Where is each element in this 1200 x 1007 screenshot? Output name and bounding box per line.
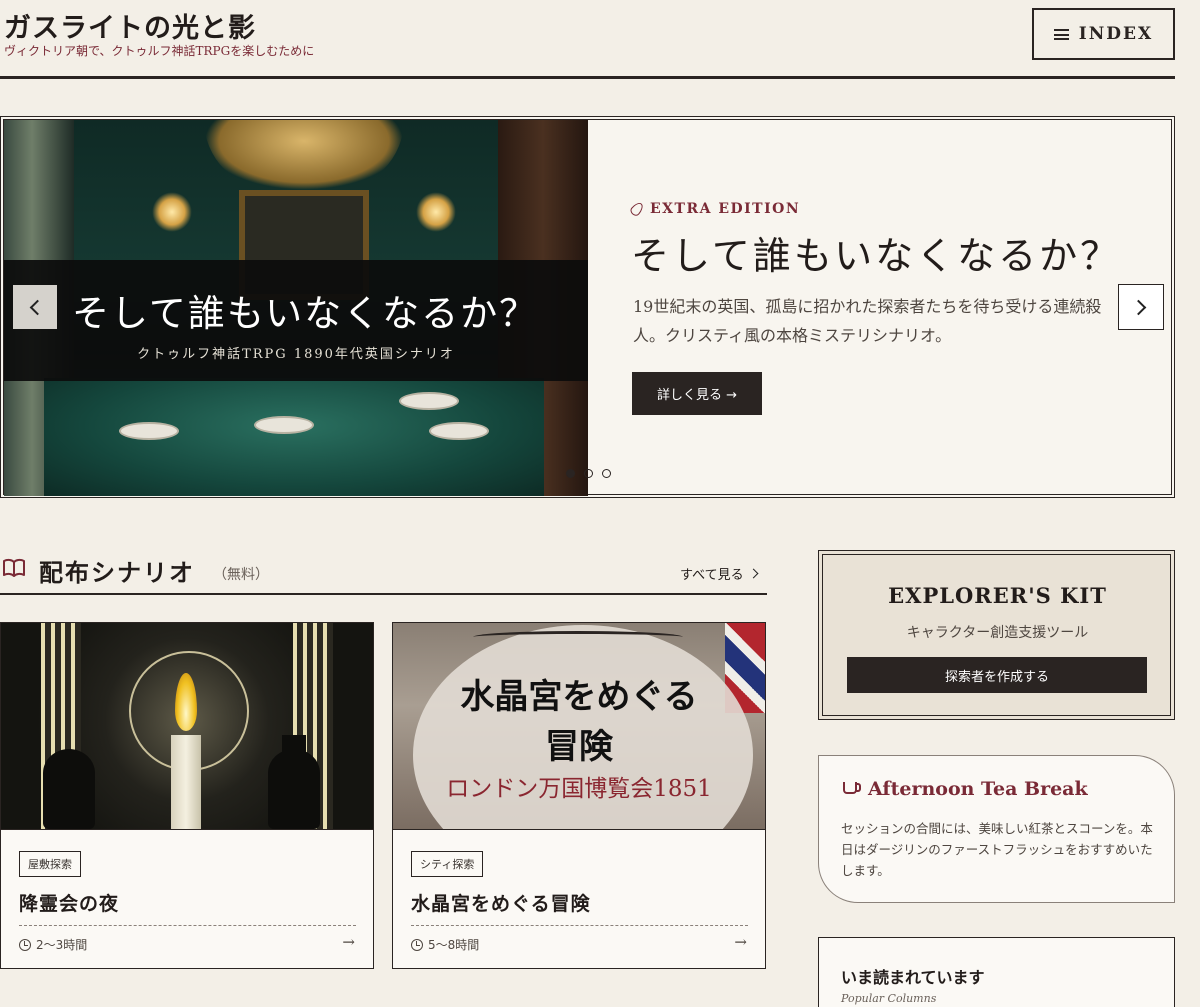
- top-hat: [282, 735, 306, 757]
- site-tagline: ヴィクトリア朝で、クトゥルフ神話TRPGを楽しむために: [4, 44, 315, 58]
- see-all-label: すべて見る: [680, 568, 744, 583]
- hero-image-subtitle: クトゥルフ神話TRPG 1890年代英国シナリオ: [137, 347, 455, 362]
- card-image-title-1: 水晶宮をめぐる: [460, 677, 698, 717]
- clock-icon: [411, 938, 423, 951]
- arrow-right-icon: →: [734, 933, 747, 951]
- silhouette-woman: [43, 749, 95, 829]
- candle: [171, 735, 201, 829]
- clock-icon: [19, 938, 31, 951]
- popular-subtitle: Popular Columns: [841, 992, 937, 1005]
- duration-text: 5〜8時間: [428, 938, 480, 952]
- index-menu-label: INDEX: [1078, 24, 1154, 44]
- card-divider: [411, 925, 748, 926]
- carousel-prev-button[interactable]: [13, 285, 57, 329]
- carousel-dot-3[interactable]: [602, 469, 611, 478]
- tea-break-panel: Afternoon Tea Break セッションの合間には、美味しい紅茶とスコ…: [818, 755, 1175, 903]
- hero-detail-button[interactable]: 詳しく見る →: [632, 372, 762, 415]
- carousel-dot-1[interactable]: [566, 469, 575, 478]
- feather-icon: [628, 200, 646, 218]
- card-divider: [19, 925, 356, 926]
- carousel-next-button[interactable]: [1118, 284, 1164, 330]
- carousel-dot-2[interactable]: [584, 469, 593, 478]
- header-divider: [0, 76, 1175, 79]
- section-note: （無料）: [213, 567, 269, 583]
- create-investigator-button[interactable]: 探索者を作成する: [847, 657, 1147, 693]
- tea-title: Afternoon Tea Break: [868, 778, 1088, 800]
- kit-title: EXPLORER'S KIT: [888, 583, 1107, 608]
- hero-description: 19世紀末の英国、孤島に招かれた探索者たちを待ち受ける連続殺人。クリスティ風の本…: [633, 297, 1102, 345]
- card-image-subtitle: ロンドン万国博覧会1851: [446, 776, 712, 802]
- silhouette-man: [268, 749, 320, 829]
- hero-carousel: そして誰もいなくなるか？ クトゥルフ神話TRPG 1890年代英国シナリオ EX…: [0, 116, 1175, 498]
- hero-title[interactable]: そして誰もいなくなるか？: [631, 225, 1121, 280]
- scenario-card-image: [1, 623, 373, 830]
- scenario-duration: 2〜3時間: [19, 936, 87, 953]
- scenario-tag: シティ探索: [411, 851, 484, 877]
- section-title: 配布シナリオ: [39, 558, 195, 587]
- plate: [254, 416, 314, 434]
- chandelier: [204, 120, 404, 190]
- explorers-kit-panel: EXPLORER'S KIT キャラクター創造支援ツール 探索者を作成する: [818, 550, 1175, 720]
- scenario-card[interactable]: 屋敷探索 降霊会の夜 2〜3時間 →: [0, 622, 374, 969]
- ornament-scroll: [473, 631, 683, 643]
- popular-title: いま読まれています: [841, 968, 985, 987]
- edition-text: EXTRA EDITION: [650, 201, 801, 217]
- index-menu-button[interactable]: INDEX: [1032, 8, 1175, 60]
- wall-lamp-right: [416, 192, 456, 232]
- edition-label: EXTRA EDITION: [628, 200, 801, 218]
- scenario-title: 降霊会の夜: [19, 893, 120, 915]
- scenario-tag: 屋敷探索: [19, 851, 81, 877]
- hamburger-icon: [1053, 28, 1069, 40]
- tea-text: セッションの合間には、美味しい紅茶とスコーンを。本日はダージリンのファーストフラ…: [841, 821, 1153, 878]
- chevron-left-icon: [29, 299, 46, 315]
- chevron-right-icon: [748, 568, 759, 579]
- site-title[interactable]: ガスライトの光と影: [4, 6, 256, 45]
- plate: [429, 422, 489, 440]
- kit-subtitle: キャラクター創造支援ツール: [906, 625, 1089, 641]
- hero-image-banner: そして誰もいなくなるか？ クトゥルフ神話TRPG 1890年代英国シナリオ: [4, 260, 588, 381]
- wall-lamp-left: [152, 192, 192, 232]
- popular-columns-panel: いま読まれています Popular Columns: [818, 937, 1175, 1007]
- card-image-title-2: 冒険: [545, 727, 613, 767]
- scenario-card[interactable]: 水晶宮をめぐる 冒険 ロンドン万国博覧会1851 シティ探索 水晶宮をめぐる冒険…: [392, 622, 766, 969]
- scenario-duration: 5〜8時間: [411, 936, 479, 953]
- plate: [119, 422, 179, 440]
- see-all-link[interactable]: すべて見る: [680, 564, 762, 583]
- scenario-card-image: 水晶宮をめぐる 冒険 ロンドン万国博覧会1851: [393, 623, 765, 830]
- book-icon: [3, 558, 25, 577]
- carousel-dots: [566, 469, 611, 478]
- hero-image-title: そして誰もいなくなるか？: [72, 292, 539, 335]
- scenario-title: 水晶宮をめぐる冒険: [411, 893, 591, 915]
- section-divider: [0, 593, 767, 595]
- arrow-right-icon: →: [342, 933, 355, 951]
- chevron-right-icon: [1130, 299, 1147, 315]
- teacup-icon: [843, 782, 861, 794]
- duration-text: 2〜3時間: [36, 938, 88, 952]
- plate: [399, 392, 459, 410]
